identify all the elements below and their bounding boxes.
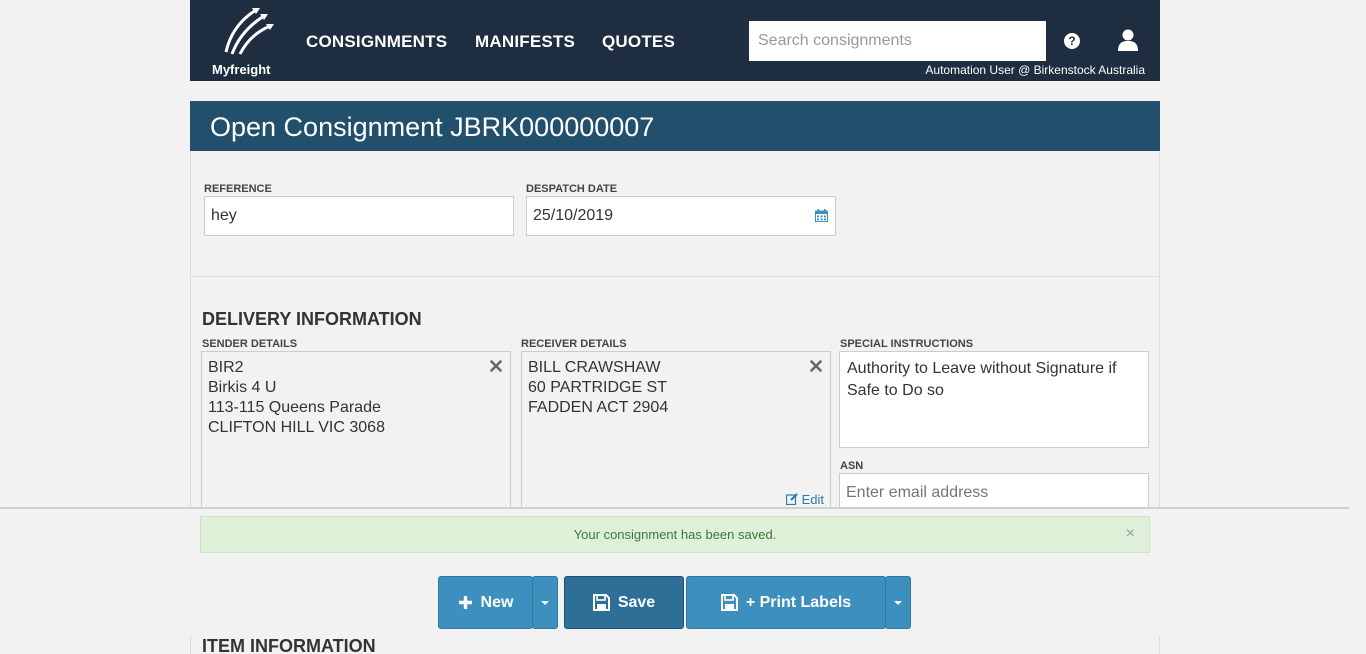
edit-label: Edit: [801, 492, 824, 507]
save-button-label: Save: [617, 593, 656, 611]
receiver-details-label: RECEIVER DETAILS: [521, 338, 627, 350]
user-account-text: Automation User @ Birkenstock Australia: [925, 63, 1145, 77]
nav-manifests[interactable]: MANIFESTS: [475, 32, 575, 52]
save-button[interactable]: Save: [564, 576, 684, 629]
search-input[interactable]: [749, 21, 1046, 61]
help-icon[interactable]: ?: [1064, 33, 1080, 49]
print-labels-dropdown-button[interactable]: [885, 576, 911, 629]
edit-icon: [785, 493, 798, 506]
chevron-down-icon: [894, 600, 902, 605]
reference-label: REFERENCE: [204, 183, 272, 195]
print-labels-button-label: + Print Labels: [745, 593, 852, 611]
despatch-date-label: DESPATCH DATE: [526, 183, 618, 195]
section-divider: [191, 276, 1159, 277]
reference-value: hey: [211, 207, 237, 224]
user-icon[interactable]: [1118, 29, 1138, 51]
sender-details-box[interactable]: BIR2 Birkis 4 U 113-115 Queens Parade CL…: [201, 351, 511, 521]
new-button-label: New: [480, 593, 514, 611]
receiver-line: FADDEN ACT 2904: [528, 399, 669, 416]
consignment-form: REFERENCE hey DESPATCH DATE 25/10/2019 D…: [190, 151, 1160, 521]
new-button[interactable]: New: [438, 576, 533, 629]
despatch-date-input[interactable]: 25/10/2019: [526, 196, 836, 236]
page-title-bar: Open Consignment JBRK000000007: [190, 101, 1160, 151]
arrows-logo-icon: [224, 8, 274, 55]
floppy-disk-icon: [592, 594, 610, 611]
success-alert: Your consignment has been saved. ×: [200, 516, 1150, 553]
sender-line: CLIFTON HILL VIC 3068: [208, 419, 385, 436]
item-information-panel: ITEM INFORMATION: [190, 636, 1160, 654]
plus-icon: [458, 596, 472, 609]
alert-message: Your consignment has been saved.: [573, 527, 777, 542]
logo-text: Myfreight: [212, 62, 271, 77]
clear-sender-icon[interactable]: [490, 360, 502, 372]
clear-receiver-icon[interactable]: [810, 360, 822, 372]
special-instructions-label: SPECIAL INSTRUCTIONS: [840, 338, 974, 350]
sender-line: Birkis 4 U: [208, 379, 277, 396]
receiver-line: BILL CRAWSHAW: [528, 359, 661, 376]
receiver-line: 60 PARTRIDGE ST: [528, 379, 667, 396]
delivery-section-title: DELIVERY INFORMATION: [202, 309, 422, 329]
myfreight-logo[interactable]: Myfreight: [210, 6, 288, 77]
nav-consignments[interactable]: CONSIGNMENTS: [306, 32, 447, 52]
close-alert-icon[interactable]: ×: [1126, 517, 1135, 551]
despatch-date-value: 25/10/2019: [533, 207, 614, 224]
item-section-title: ITEM INFORMATION: [202, 636, 376, 654]
sender-details-label: SENDER DETAILS: [202, 338, 298, 350]
receiver-details-box[interactable]: BILL CRAWSHAW 60 PARTRIDGE ST FADDEN ACT…: [521, 351, 831, 521]
reference-input[interactable]: hey: [204, 196, 514, 236]
special-instructions-input[interactable]: Authority to Leave without Signature if …: [839, 351, 1149, 448]
top-header: Myfreight CONSIGNMENTS MANIFESTS QUOTES …: [190, 0, 1160, 81]
special-instructions-value: Authority to Leave without Signature if …: [847, 360, 1117, 399]
asn-label: ASN: [840, 460, 864, 472]
sender-line: 113-115 Queens Parade: [208, 399, 381, 416]
calendar-icon[interactable]: [815, 209, 828, 222]
sender-line: BIR2: [208, 359, 244, 376]
page-title: Open Consignment JBRK000000007: [210, 112, 655, 142]
nav-quotes[interactable]: QUOTES: [602, 32, 675, 52]
floppy-disk-icon: [720, 594, 738, 611]
chevron-down-icon: [541, 600, 549, 605]
new-dropdown-button[interactable]: [532, 576, 558, 629]
print-labels-button[interactable]: + Print Labels: [686, 576, 886, 629]
